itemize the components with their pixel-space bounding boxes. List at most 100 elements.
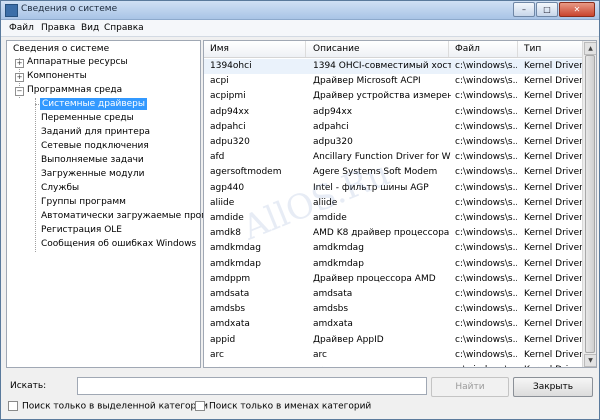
tree-item-startup-programs[interactable]: Автоматически загружаемые програм — [41, 210, 224, 222]
expand-icon[interactable]: + — [15, 73, 24, 82]
cell-file: c:\windows\s... — [455, 137, 517, 147]
column-header-description[interactable]: Описание — [313, 44, 360, 54]
table-row[interactable]: amdkmdap amdkmdap c:\windows\s... Kernel Dr… — [204, 257, 582, 272]
scroll-up-icon[interactable]: ▲ — [584, 42, 596, 55]
cell-name: amdsata — [210, 289, 250, 299]
table-row[interactable]: agersoftmodem Agere Systems Soft Modem c:\… — [204, 165, 582, 180]
vertical-scrollbar[interactable]: ▲ ▼ — [582, 41, 596, 367]
table-row[interactable]: adpahci adpahci c:\windows\s... Kernel Driv… — [204, 120, 582, 135]
checkbox-icon[interactable] — [8, 401, 18, 411]
expand-icon[interactable]: + — [15, 59, 24, 68]
cell-name: acpi — [210, 76, 229, 87]
cell-description: aliide — [313, 197, 338, 208]
tree-item-windows-error-reporting[interactable]: Сообщения об ошибках Windows — [41, 238, 196, 250]
search-category-names-option[interactable]: Поиск только в именах категорий — [195, 401, 371, 412]
cell-file: c:\windows\s... — [455, 197, 517, 208]
cell-description: Драйвер устройства измерен... — [313, 91, 451, 102]
tree-item-environment-variables[interactable]: Переменные среды — [41, 112, 134, 124]
cell-type: Kernel Driver — [524, 137, 582, 147]
title-bar[interactable]: Сведения о системе – □ ✕ — [1, 1, 599, 20]
search-input[interactable] — [77, 377, 427, 395]
collapse-icon[interactable]: − — [15, 87, 24, 96]
close-window-button[interactable]: ✕ — [559, 2, 595, 17]
cell-file: c:\windows\s... — [455, 213, 517, 223]
column-header-name[interactable]: Имя — [210, 44, 229, 54]
table-row[interactable]: amdide amdide c:\windows\s... Kernel Driver — [204, 211, 582, 226]
details-list[interactable]: Имя Описание Файл Тип 1394ohci 1394 OHCI-… — [203, 40, 597, 368]
category-tree[interactable]: Сведения о системе + Аппаратные ресурсы … — [6, 40, 224, 368]
cell-file: c:\windows\s... — [455, 289, 517, 299]
menu-view[interactable]: Вид — [81, 23, 99, 33]
cell-name: amdppm — [210, 273, 251, 284]
table-row[interactable]: arcsasarcsas c:\windows\s... Kernel Driver — [204, 363, 582, 367]
table-row[interactable]: amdppm Драйвер процессора AMD c:\windows\s… — [204, 272, 582, 287]
table-row[interactable]: agp440 Intel - фильтр шины AGP c:\windows\… — [204, 181, 582, 196]
search-selected-category-option[interactable]: Поиск только в выделенной категории — [8, 401, 208, 412]
tree-item-components[interactable]: Компоненты — [27, 70, 87, 82]
column-separator — [448, 41, 449, 57]
tree-item-hardware-resources[interactable]: Аппаратные ресурсы — [27, 56, 128, 68]
tree-item-network-connections[interactable]: Сетевые подключения — [41, 140, 149, 152]
cell-name: amdk8 — [210, 228, 241, 239]
tree-item-program-groups[interactable]: Группы программ — [41, 196, 126, 208]
table-row[interactable]: arc arc c:\windows\s... Kernel Driver — [204, 348, 582, 363]
tree-item-software-environment[interactable]: Программная среда — [27, 84, 122, 96]
table-row[interactable]: amdkmdag amdkmdag c:\windows\s... Kernel Dr… — [204, 241, 582, 256]
cell-description: amdxata — [313, 319, 353, 330]
minimize-button[interactable]: – — [513, 2, 535, 17]
table-row[interactable]: amdsata amdsata c:\windows\s... Kernel Driv… — [204, 287, 582, 302]
close-button[interactable]: Закрыть — [513, 377, 593, 397]
table-row[interactable]: acpi Драйвер Microsoft ACPI c:\windows\s..… — [204, 74, 582, 89]
maximize-button[interactable]: □ — [536, 2, 558, 17]
cell-description: amdkmdap — [313, 258, 364, 269]
cell-file: c:\windows\s... — [455, 243, 517, 254]
cell-type: Kernel Driver — [524, 197, 582, 208]
cell-name: agp440 — [210, 182, 245, 193]
tree-item-loaded-modules[interactable]: Загруженные модули — [41, 168, 144, 180]
table-row[interactable]: adpu320 adpu320 c:\windows\s... Kernel Driv… — [204, 135, 582, 150]
cell-file: c:\windows\s... — [455, 121, 517, 132]
tree-root[interactable]: Сведения о системе — [13, 43, 109, 55]
table-row[interactable]: 1394ohci 1394 OHCI-совместимый хост... c:\… — [204, 59, 582, 74]
cell-description: AMD K8 драйвер процессора — [313, 228, 450, 239]
find-button[interactable]: Найти — [431, 377, 509, 397]
table-row[interactable]: adp94xx adp94xx c:\windows\s... Kernel Driv… — [204, 105, 582, 120]
menu-help[interactable]: Справка — [104, 23, 144, 33]
table-row[interactable]: amdk8 AMD K8 драйвер процессора c:\windows… — [204, 226, 582, 241]
column-header-type[interactable]: Тип — [524, 44, 541, 54]
search-label: Искать: — [10, 381, 47, 391]
cell-file: c:\windows\s... — [455, 304, 517, 315]
tree-item-services[interactable]: Службы — [41, 182, 79, 194]
cell-type: Kernel Driver — [524, 182, 582, 193]
cell-file: c:\windows\s... — [455, 167, 517, 178]
window-controls: – □ ✕ — [513, 2, 595, 17]
table-row[interactable]: acpipmi Драйвер устройства измерен... c:\w… — [204, 89, 582, 104]
column-header-file[interactable]: Файл — [455, 44, 480, 54]
cell-type: Kernel Driver — [524, 289, 582, 299]
tree-item-system-drivers[interactable]: Системные драйверы — [40, 98, 147, 110]
menu-file[interactable]: Файл — [9, 23, 34, 33]
table-row[interactable]: afd Ancillary Function Driver for Wi... c:… — [204, 150, 582, 165]
table-row[interactable]: amdsbs amdsbs c:\windows\s... Kernel Driver — [204, 302, 582, 317]
cell-name: aliide — [210, 197, 235, 208]
cell-type: Kernel Driver — [524, 304, 582, 315]
cell-name: amdxata — [210, 319, 250, 330]
menu-edit[interactable]: Правка — [41, 23, 75, 33]
cell-file: c:\windows\s... — [455, 334, 517, 345]
scroll-thumb[interactable] — [585, 55, 595, 353]
cell-type: Kernel Driver — [524, 319, 582, 330]
tree-item-running-tasks[interactable]: Выполняемые задачи — [41, 154, 144, 166]
system-information-window: Сведения о системе – □ ✕ Файл Правка Вид… — [0, 0, 600, 420]
table-row[interactable]: appid Драйвер AppID c:\windows\s... Kernel … — [204, 333, 582, 348]
tree-item-ole-registration[interactable]: Регистрация OLE — [41, 224, 122, 236]
system-info-icon — [5, 4, 18, 17]
cell-name: 1394ohci — [210, 61, 252, 71]
table-row[interactable]: amdxata amdxata c:\windows\s... Kernel Driv… — [204, 317, 582, 332]
scroll-down-icon[interactable]: ▼ — [584, 354, 596, 367]
table-row[interactable]: aliide aliide c:\windows\s... Kernel Driver — [204, 196, 582, 211]
cell-description: Драйвер Microsoft ACPI — [313, 76, 421, 87]
cell-description: Драйвер процессора AMD — [313, 273, 436, 284]
cell-description: adp94xx — [313, 106, 353, 117]
tree-item-print-jobs[interactable]: Заданий для принтера — [41, 126, 150, 138]
checkbox-icon[interactable] — [195, 401, 205, 411]
